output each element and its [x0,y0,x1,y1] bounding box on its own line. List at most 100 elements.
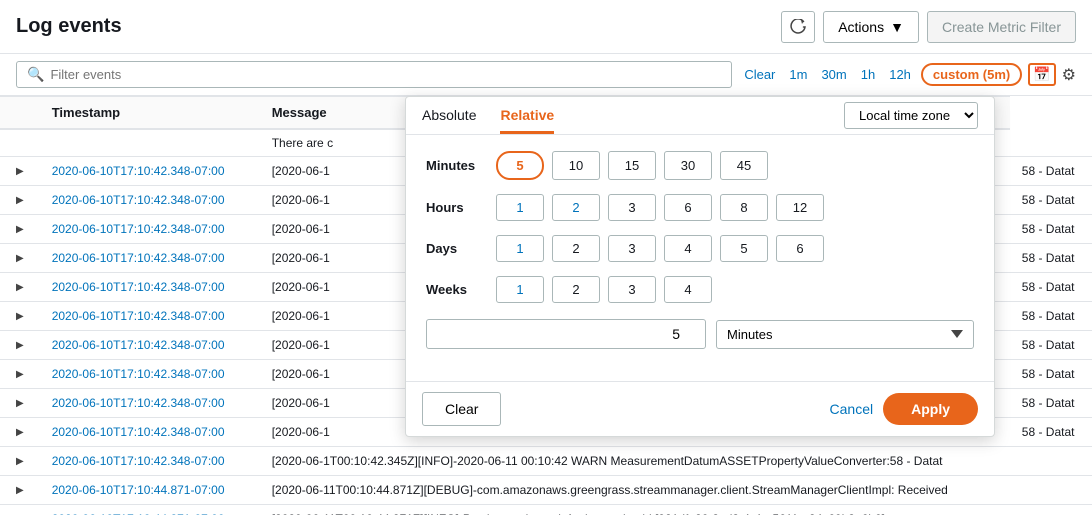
expand-row-button[interactable]: ▶ [12,396,28,411]
weeks-option-btn[interactable]: 3 [608,276,656,303]
action-row: Clear Cancel Apply [406,381,994,436]
weeks-row: Weeks 1234 [426,276,974,303]
expand-row-button[interactable]: ▶ [12,251,28,266]
hours-option-btn[interactable]: 8 [720,194,768,221]
expand-row-button[interactable]: ▶ [12,483,28,498]
days-option-btn[interactable]: 6 [776,235,824,262]
table-row: ▶2020-06-10T17:10:44.871-07:00[2020-06-1… [0,505,1092,515]
table-row: ▶2020-06-10T17:10:42.348-07:00[2020-06-1… [0,447,1092,476]
hours-option-btn[interactable]: 2 [552,194,600,221]
expand-row-button[interactable]: ▶ [12,222,28,237]
timestamp-link[interactable]: 2020-06-10T17:10:42.348-07:00 [52,193,225,207]
hours-label: Hours [426,200,496,215]
timestamp-link[interactable]: 2020-06-10T17:10:42.348-07:00 [52,454,225,468]
apply-button[interactable]: Apply [883,393,978,425]
1m-button[interactable]: 1m [785,65,811,84]
cancel-button[interactable]: Cancel [830,401,874,417]
message-text: [2020-06-1 [272,309,330,323]
custom-input-row: Minutes Hours Days Weeks [426,319,974,349]
12h-button[interactable]: 12h [885,65,915,84]
message-cell: [2020-06-11T00:10:44.871Z][INFO]-Posting… [260,505,1010,515]
right-col: 58 - Datat [1010,302,1092,331]
hours-row: Hours 1236812 [426,194,974,221]
right-col: 58 - Datat [1010,273,1092,302]
expand-row-button[interactable]: ▶ [12,280,28,295]
minutes-option-btn[interactable]: 5 [496,151,544,180]
expand-row-button[interactable]: ▶ [12,309,28,324]
filter-bar: 🔍 Clear 1m 30m 1h 12h custom (5m) 📅 ⚙ [0,54,1092,96]
tab-row: Absolute Relative Local time zone UTC [406,97,994,135]
weeks-option-btn[interactable]: 2 [552,276,600,303]
expand-row-button[interactable]: ▶ [12,454,28,469]
message-text: [2020-06-1 [272,367,330,381]
message-text: [2020-06-1 [272,222,330,236]
days-option-btn[interactable]: 3 [608,235,656,262]
timestamp-link[interactable]: 2020-06-10T17:10:42.348-07:00 [52,280,225,294]
filter-input-wrapper: 🔍 [16,61,732,88]
expand-row-button[interactable]: ▶ [12,367,28,382]
create-metric-filter-button[interactable]: Create Metric Filter [927,11,1076,43]
clear-time-button[interactable]: Clear [740,65,779,84]
timezone-select[interactable]: Local time zone UTC [844,102,978,129]
weeks-option-btn[interactable]: 4 [664,276,712,303]
minutes-option-btn[interactable]: 30 [664,151,712,180]
right-col: 58 - Datat [1010,244,1092,273]
days-option-btn[interactable]: 5 [720,235,768,262]
expand-row-button[interactable]: ▶ [12,338,28,353]
custom-unit-select[interactable]: Minutes Hours Days Weeks [716,320,974,349]
timestamp-link[interactable]: 2020-06-10T17:10:42.348-07:00 [52,251,225,265]
hours-option-btn[interactable]: 1 [496,194,544,221]
hours-options: 1236812 [496,194,824,221]
1h-button[interactable]: 1h [857,65,879,84]
timestamp-link[interactable]: 2020-06-10T17:10:42.348-07:00 [52,222,225,236]
time-controls: Clear 1m 30m 1h 12h custom (5m) 📅 ⚙ [740,63,1076,86]
hours-option-btn[interactable]: 12 [776,194,824,221]
actions-button[interactable]: Actions ▼ [823,11,919,43]
minutes-option-btn[interactable]: 15 [608,151,656,180]
timestamp-link[interactable]: 2020-06-10T17:10:42.348-07:00 [52,396,225,410]
hours-option-btn[interactable]: 6 [664,194,712,221]
custom-number-input[interactable] [426,319,706,349]
filter-events-input[interactable] [50,67,721,82]
refresh-button[interactable] [781,11,815,43]
tab-relative[interactable]: Relative [500,97,554,134]
hours-option-btn[interactable]: 3 [608,194,656,221]
days-option-btn[interactable]: 1 [496,235,544,262]
expand-row-button[interactable]: ▶ [12,193,28,208]
expand-row-button[interactable]: ▶ [12,164,28,179]
minutes-label: Minutes [426,158,496,173]
timestamp-link[interactable]: 2020-06-10T17:10:42.348-07:00 [52,367,225,381]
tab-absolute[interactable]: Absolute [422,97,476,134]
minutes-options: 5 10 15 30 45 [496,151,768,180]
custom-time-button[interactable]: custom (5m) [921,63,1022,86]
message-text: [2020-06-1 [272,338,330,352]
weeks-option-btn[interactable]: 1 [496,276,544,303]
minutes-row: Minutes 5 10 15 30 45 [426,151,974,180]
30m-button[interactable]: 30m [817,65,850,84]
message-text: [2020-06-1 [272,164,330,178]
days-option-btn[interactable]: 2 [552,235,600,262]
expand-row-button[interactable]: ▶ [12,425,28,440]
minutes-option-btn[interactable]: 10 [552,151,600,180]
right-col: 58 - Datat [1010,389,1092,418]
timestamp-link[interactable]: 2020-06-10T17:10:42.348-07:00 [52,425,225,439]
clear-button[interactable]: Clear [422,392,501,426]
weeks-options: 1234 [496,276,712,303]
timestamp-link[interactable]: 2020-06-10T17:10:42.348-07:00 [52,309,225,323]
timestamp-link[interactable]: 2020-06-10T17:10:42.348-07:00 [52,338,225,352]
relative-time-dropdown: Absolute Relative Local time zone UTC Mi… [405,96,995,437]
col-expand-header [0,97,40,130]
header-actions: Actions ▼ Create Metric Filter [781,11,1076,43]
gear-icon[interactable]: ⚙ [1062,65,1076,85]
calendar-icon[interactable]: 📅 [1028,63,1055,86]
right-col: 58 - Datat [1010,360,1092,389]
timestamp-link[interactable]: 2020-06-10T17:10:44.871-07:00 [52,483,225,497]
timestamp-link[interactable]: 2020-06-10T17:10:42.348-07:00 [52,164,225,178]
days-option-btn[interactable]: 4 [664,235,712,262]
table-row: ▶2020-06-10T17:10:44.871-07:00[2020-06-1… [0,476,1092,505]
right-col: 58 - Datat [1010,157,1092,186]
weeks-label: Weeks [426,282,496,297]
days-row: Days 123456 [426,235,974,262]
minutes-option-btn[interactable]: 45 [720,151,768,180]
message-text: [2020-06-1 [272,280,330,294]
